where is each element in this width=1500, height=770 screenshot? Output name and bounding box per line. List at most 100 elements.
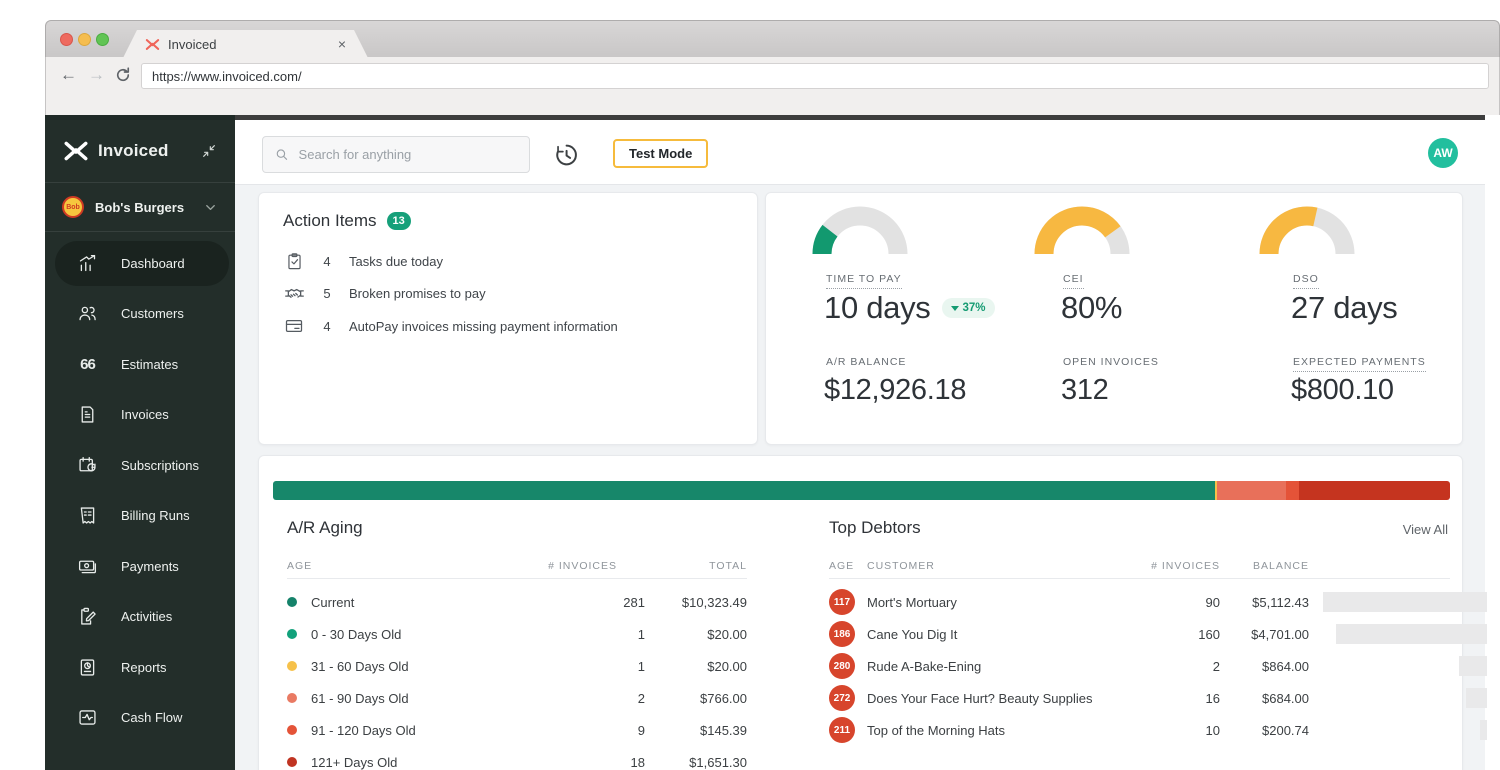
delta-badge: 37% <box>942 298 994 318</box>
top-debtors-title: Top Debtors <box>829 518 921 538</box>
table-row[interactable]: 91 - 120 Days Old9$145.39 <box>287 714 747 746</box>
view-all-link[interactable]: View All <box>1403 522 1448 537</box>
sidebar-item-cash-flow[interactable]: Cash Flow <box>45 693 235 744</box>
col-balance: BALANCE <box>1209 560 1309 572</box>
banknote-icon <box>77 556 98 577</box>
table-row[interactable]: 61 - 90 Days Old2$766.00 <box>287 682 747 714</box>
age-badge: 211 <box>829 717 855 743</box>
table-row[interactable]: 31 - 60 Days Old1$20.00 <box>287 650 747 682</box>
table-row[interactable]: 280 Rude A-Bake-Ening 2 $864.00 <box>829 650 1487 682</box>
invoiced-logo-icon <box>63 138 89 164</box>
avatar[interactable]: AW <box>1428 138 1458 168</box>
sidebar-item-reports[interactable]: Reports <box>45 642 235 693</box>
sidebar-item-label: Estimates <box>121 357 178 372</box>
history-icon[interactable] <box>552 141 580 169</box>
action-item-row[interactable]: 4 AutoPay invoices missing payment infor… <box>283 310 733 343</box>
action-item-row[interactable]: 5 Broken promises to pay <box>283 278 733 311</box>
sidebar-item-payments[interactable]: Payments <box>45 541 235 592</box>
pulse-chart-icon <box>77 707 98 728</box>
table-row[interactable]: 272 Does Your Face Hurt? Beauty Supplies… <box>829 682 1487 714</box>
action-item-row[interactable]: 4 Tasks due today <box>283 245 733 278</box>
close-window-button[interactable] <box>60 33 73 46</box>
balance-bar <box>1323 720 1487 740</box>
sidebar-item-subscriptions[interactable]: Subscriptions <box>45 440 235 491</box>
sidebar-item-estimates[interactable]: 66 Estimates <box>45 339 235 390</box>
customers-icon <box>77 303 98 324</box>
status-dot <box>287 693 297 703</box>
browser-titlebar: Invoiced × <box>45 20 1500 57</box>
card-title: Action Items <box>283 211 377 231</box>
status-dot <box>287 661 297 671</box>
dso-label: DSO <box>1293 273 1319 289</box>
forward-arrow-icon[interactable]: → <box>88 65 105 85</box>
search-icon <box>275 147 289 162</box>
team-switcher[interactable]: Bob Bob's Burgers <box>45 183 235 231</box>
quote-icon: 66 <box>77 354 98 375</box>
expected-payments-label: EXPECTED PAYMENTS <box>1293 356 1426 372</box>
table-row[interactable]: 117 Mort's Mortuary 90 $5,112.43 <box>829 586 1487 618</box>
search-input[interactable] <box>299 147 517 162</box>
collapse-sidebar-icon[interactable] <box>201 143 217 159</box>
team-name: Bob's Burgers <box>95 200 192 215</box>
col-age: AGE <box>287 560 312 572</box>
open-invoices-value: 312 <box>1061 374 1109 407</box>
credit-card-icon <box>283 316 305 336</box>
sidebar-item-billing-runs[interactable]: Billing Runs <box>45 491 235 542</box>
divider <box>829 578 1450 579</box>
col-customer: CUSTOMER <box>867 560 935 572</box>
time-to-pay-label: TIME TO PAY <box>826 273 902 289</box>
aging-bar-segment <box>1286 481 1299 500</box>
sidebar-item-label: Activities <box>121 609 172 624</box>
search-box[interactable] <box>262 136 530 173</box>
sidebar-item-dashboard[interactable]: Dashboard <box>45 238 235 289</box>
sidebar-item-invoices[interactable]: Invoices <box>45 390 235 441</box>
ar-balance-label: A/R BALANCE <box>826 356 906 368</box>
table-row[interactable]: 211 Top of the Morning Hats 10 $200.74 <box>829 714 1487 746</box>
browser-tab[interactable]: Invoiced × <box>123 30 368 58</box>
chevron-down-icon <box>203 200 218 215</box>
back-arrow-icon[interactable]: ← <box>60 65 77 85</box>
url-text: https://www.invoiced.com/ <box>152 69 302 84</box>
action-item-count: 4 <box>305 254 349 269</box>
sidebar-item-label: Invoices <box>121 407 169 422</box>
ar-balance-value: $12,926.18 <box>824 374 966 407</box>
sidebar-item-label: Cash Flow <box>121 710 182 725</box>
test-mode-label: Test Mode <box>629 146 692 161</box>
time-to-pay-value: 10 days 37% <box>824 290 995 326</box>
page-right-edge <box>1485 115 1500 770</box>
tasks-clipboard-icon <box>283 252 305 271</box>
status-dot <box>287 757 297 767</box>
tab-title: Invoiced <box>168 37 330 52</box>
sidebar-item-label: Reports <box>121 660 167 675</box>
age-badge: 117 <box>829 589 855 615</box>
action-item-label: Tasks due today <box>349 254 443 269</box>
url-bar[interactable]: https://www.invoiced.com/ <box>141 63 1489 89</box>
col-total: TOTAL <box>647 560 747 572</box>
sidebar-item-label: Customers <box>121 306 184 321</box>
table-row[interactable]: Current281$10,323.49 <box>287 586 747 618</box>
table-row[interactable]: 121+ Days Old18$1,651.30 <box>287 746 747 770</box>
minimize-window-button[interactable] <box>78 33 91 46</box>
sidebar-item-label: Payments <box>121 559 179 574</box>
tab-close-icon[interactable]: × <box>338 36 346 52</box>
ar-aging-title: A/R Aging <box>287 518 363 538</box>
status-dot <box>287 629 297 639</box>
balance-bar <box>1323 656 1487 676</box>
sidebar-item-label: Subscriptions <box>121 458 199 473</box>
action-items-count-badge: 13 <box>387 212 411 230</box>
zoom-window-button[interactable] <box>96 33 109 46</box>
invoiced-favicon <box>145 37 160 52</box>
action-items-header: Action Items 13 <box>283 211 411 231</box>
table-row[interactable]: 186 Cane You Dig It 160 $4,701.00 <box>829 618 1487 650</box>
test-mode-badge[interactable]: Test Mode <box>613 139 708 168</box>
cei-label: CEI <box>1063 273 1084 289</box>
browser-window: Invoiced × ← → https://www.invoiced.com/ <box>45 20 1500 770</box>
balance-bar <box>1323 592 1487 612</box>
sidebar-item-customers[interactable]: Customers <box>45 289 235 340</box>
table-row[interactable]: 0 - 30 Days Old1$20.00 <box>287 618 747 650</box>
divider <box>287 578 747 579</box>
action-item-label: Broken promises to pay <box>349 286 486 301</box>
sidebar-item-activities[interactable]: Activities <box>45 592 235 643</box>
refresh-icon[interactable] <box>114 66 132 84</box>
sidebar-item-label: Dashboard <box>121 256 185 271</box>
